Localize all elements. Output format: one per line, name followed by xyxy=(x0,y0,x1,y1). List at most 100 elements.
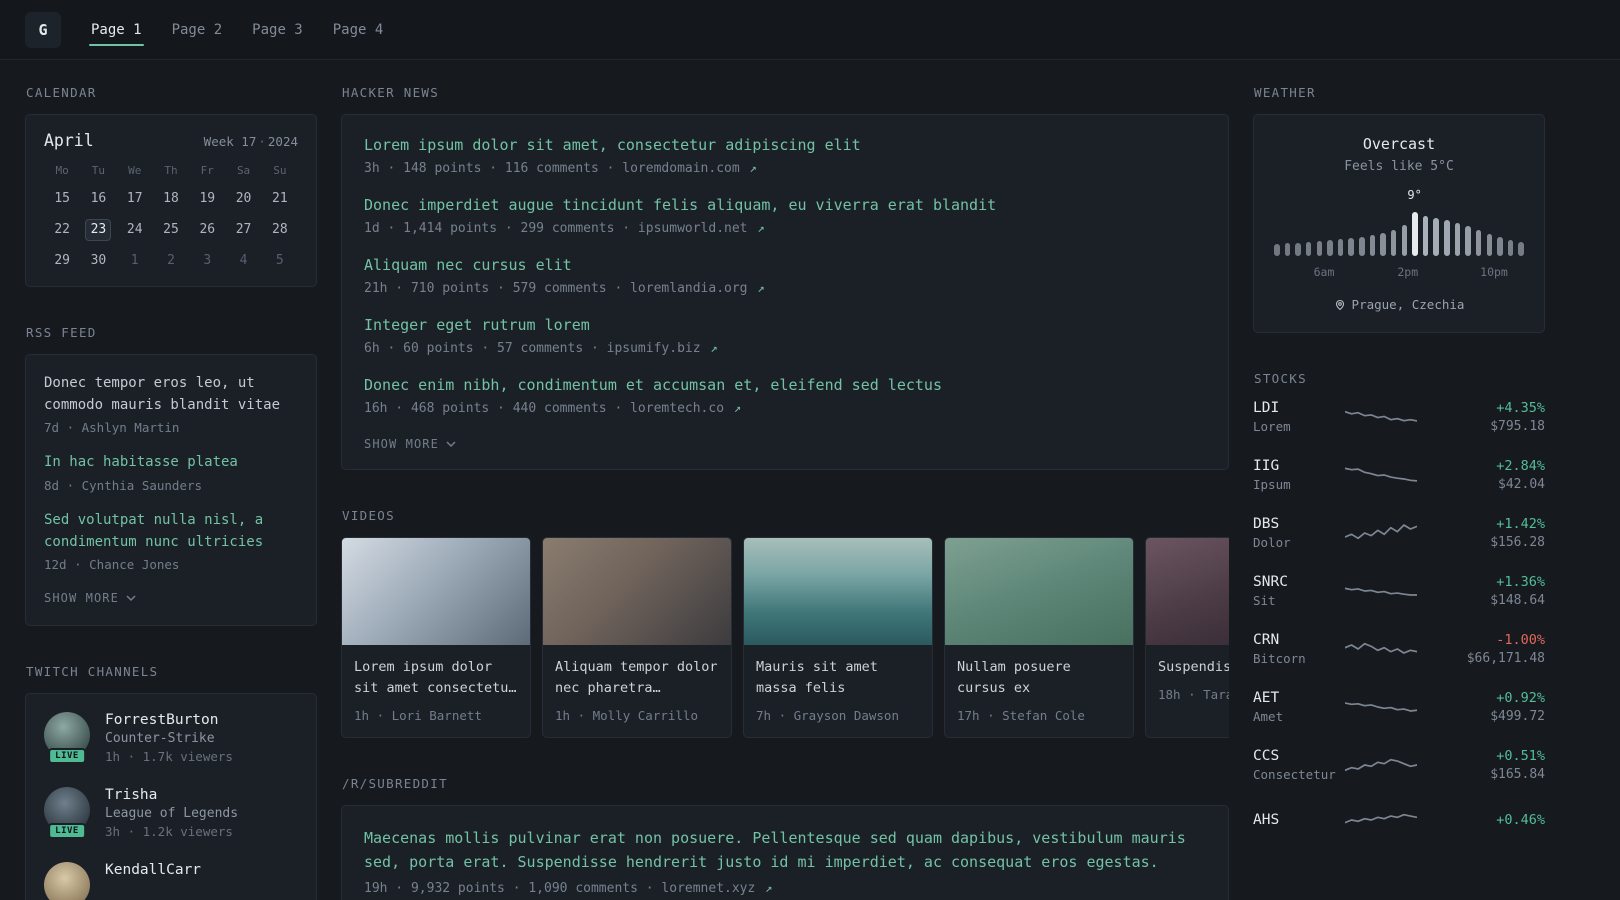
weather-condition: Overcast xyxy=(1362,135,1436,153)
stock-row[interactable]: DBS Dolor +1.42% $156.28 xyxy=(1253,516,1545,550)
subreddit-post-title[interactable]: Maecenas mollis pulvinar erat non posuer… xyxy=(364,826,1206,874)
stock-price: $795.18 xyxy=(1490,419,1545,434)
tab-page-4[interactable]: Page 4 xyxy=(331,16,386,44)
calendar-day: 26 xyxy=(199,222,216,237)
stock-row[interactable]: CCS Consectetur +0.51% $165.84 xyxy=(1253,748,1545,782)
calendar-month-label: April xyxy=(44,131,94,150)
stock-row[interactable]: AHS +0.46% xyxy=(1253,806,1545,834)
stock-name: Consectetur xyxy=(1253,767,1336,782)
videos-row: Lorem ipsum dolor sit amet consectetu… 1… xyxy=(341,537,1229,738)
video-card[interactable]: Mauris sit amet massa felis 7h · Grayson… xyxy=(743,537,933,738)
video-thumbnail[interactable] xyxy=(342,538,530,645)
twitch-channel[interactable]: LIVE ForrestBurton Counter-Strike 1h · 1… xyxy=(44,712,298,765)
video-card[interactable]: Aliquam tempor dolor nec pharetra… 1h · … xyxy=(542,537,732,738)
tab-page-2[interactable]: Page 2 xyxy=(170,16,225,44)
hn-item-title[interactable]: Aliquam nec cursus elit xyxy=(364,255,1206,276)
video-title[interactable]: Lorem ipsum dolor sit amet consectetu… xyxy=(354,657,518,699)
weather-hour-bar xyxy=(1444,220,1450,256)
weather-time-labels: 6am 2pm 10pm xyxy=(1274,265,1524,280)
video-title[interactable]: Aliquam tempor dolor nec pharetra… xyxy=(555,657,719,699)
calendar-day: 28 xyxy=(272,222,288,237)
videos-section-title: VIDEOS xyxy=(342,508,395,523)
page-tabs: Page 1 Page 2 Page 3 Page 4 xyxy=(89,0,385,59)
video-card[interactable]: Suspendisse diam 18h · Tara xyxy=(1145,537,1229,738)
weather-hour-bar xyxy=(1433,218,1439,256)
video-thumbnail[interactable] xyxy=(744,538,932,645)
weather-section-title: WEATHER xyxy=(1254,85,1316,100)
channel-viewers: 1h · 1.7k viewers xyxy=(105,749,233,765)
channel-name[interactable]: ForrestBurton xyxy=(105,712,233,728)
calendar-day: 29 xyxy=(54,253,70,268)
stock-row[interactable]: SNRC Sit +1.36% $148.64 xyxy=(1253,574,1545,608)
stock-row[interactable]: AET Amet +0.92% $499.72 xyxy=(1253,690,1545,724)
stock-name: Lorem xyxy=(1253,419,1291,434)
subreddit-post-meta: 19h · 9,932 points · 1,090 comments · lo… xyxy=(364,880,773,896)
twitch-channel[interactable]: LIVE Trisha League of Legends 3h · 1.2k … xyxy=(44,787,298,840)
weather-hour-bar xyxy=(1295,243,1301,256)
hackernews-show-more-button[interactable]: SHOW MORE xyxy=(364,435,456,453)
video-thumbnail[interactable] xyxy=(1146,538,1229,645)
stock-row[interactable]: CRN Bitcorn -1.00% $66,171.48 xyxy=(1253,632,1545,666)
middle-column: HACKER NEWS Lorem ipsum dolor sit amet, … xyxy=(341,85,1229,900)
stock-sparkline xyxy=(1345,403,1417,431)
live-badge: LIVE xyxy=(48,823,86,840)
calendar-day: 30 xyxy=(90,253,107,268)
video-thumbnail[interactable] xyxy=(945,538,1133,645)
stock-change: +1.36% xyxy=(1496,574,1545,590)
hackernews-section-title: HACKER NEWS xyxy=(342,85,440,100)
hn-item-meta: 21h · 710 points · 579 comments · loreml… xyxy=(364,281,765,296)
channel-name[interactable]: Trisha xyxy=(105,787,238,803)
weather-hour-bar xyxy=(1390,230,1397,256)
calendar-day: 4 xyxy=(239,253,248,268)
weather-location: Prague, Czechia xyxy=(1274,297,1524,312)
chevron-down-icon xyxy=(446,441,456,447)
chevron-down-icon xyxy=(126,595,136,602)
twitch-channel[interactable]: KendallCarr xyxy=(44,862,298,900)
video-title[interactable]: Suspendisse diam xyxy=(1158,657,1229,678)
calendar-day: 16 xyxy=(90,191,107,206)
hn-item-title[interactable]: Integer eget rutrum lorem xyxy=(364,315,1206,336)
weather-bars xyxy=(1274,210,1524,256)
app-logo[interactable]: G xyxy=(25,11,61,48)
rss-item-title[interactable]: Sed volutpat nulla nisl, a condimentum n… xyxy=(44,510,298,553)
video-title[interactable]: Nullam posuere cursus ex xyxy=(957,657,1121,699)
stock-row[interactable]: LDI Lorem +4.35% $795.18 xyxy=(1253,400,1545,434)
weather-hour-bar xyxy=(1475,230,1482,256)
external-link-icon: ↗ xyxy=(733,401,742,415)
weather-hour-bar xyxy=(1274,244,1280,256)
tab-page-3[interactable]: Page 3 xyxy=(250,16,305,44)
video-card[interactable]: Nullam posuere cursus ex 17h · Stefan Co… xyxy=(944,537,1134,738)
hn-item: Donec enim nibh, condimentum et accumsan… xyxy=(364,375,1206,416)
video-thumbnail[interactable] xyxy=(543,538,731,645)
external-link-icon: ↗ xyxy=(765,880,773,895)
stock-name: Amet xyxy=(1253,709,1284,724)
weather-hour-bar xyxy=(1518,242,1524,256)
weather-hour-bar xyxy=(1348,238,1354,256)
weather-hour-bar xyxy=(1507,240,1514,256)
rss-show-more-button[interactable]: SHOW MORE xyxy=(44,589,136,607)
weather-hour-bar xyxy=(1422,216,1429,256)
weather-time-label: 10pm xyxy=(1480,265,1508,279)
stock-price: $66,171.48 xyxy=(1466,651,1545,666)
rss-item-title[interactable]: Donec tempor eros leo, ut commodo mauris… xyxy=(44,373,298,416)
tab-page-1[interactable]: Page 1 xyxy=(89,16,144,46)
calendar-day: 19 xyxy=(199,191,216,206)
hn-item: Integer eget rutrum lorem 6h · 60 points… xyxy=(364,315,1206,356)
video-title[interactable]: Mauris sit amet massa felis xyxy=(756,657,920,699)
rss-item-title[interactable]: In hac habitasse platea xyxy=(44,452,298,474)
hn-item-title[interactable]: Donec enim nibh, condimentum et accumsan… xyxy=(364,375,1206,396)
stock-price: $165.84 xyxy=(1490,767,1545,782)
calendar-day-header: We xyxy=(128,164,142,177)
stock-change: +0.46% xyxy=(1496,812,1545,828)
hn-item: Lorem ipsum dolor sit amet, consectetur … xyxy=(364,135,1206,176)
stock-ticker: IIG xyxy=(1253,458,1280,474)
weather-hour-bar xyxy=(1380,233,1386,256)
stock-price: $156.28 xyxy=(1490,535,1545,550)
channel-name[interactable]: KendallCarr xyxy=(105,862,201,878)
hn-item-title[interactable]: Lorem ipsum dolor sit amet, consectetur … xyxy=(364,135,1206,156)
subreddit-card: Maecenas mollis pulvinar erat non posuer… xyxy=(341,804,1229,900)
stock-row[interactable]: IIG Ipsum +2.84% $42.04 xyxy=(1253,458,1545,492)
hn-item-title[interactable]: Donec imperdiet augue tincidunt felis al… xyxy=(364,195,1206,216)
video-card[interactable]: Lorem ipsum dolor sit amet consectetu… 1… xyxy=(341,537,531,738)
video-meta: 18h · Tara xyxy=(1158,686,1229,702)
